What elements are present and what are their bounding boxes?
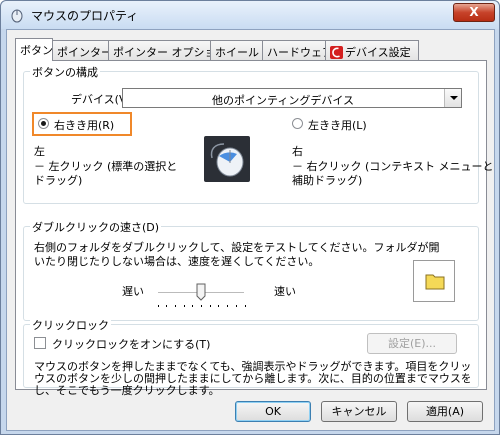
left-handed-radio[interactable] [292,118,303,129]
button-config-group: ボタンの構成 デバイス(V): 他のポインティングデバイス 右きき用(R) 左き… [23,64,493,204]
tab-pointer[interactable]: ポインター [52,40,112,60]
click-lock-label: クリックロック [30,317,111,333]
right-handed-radio[interactable] [38,118,49,129]
click-lock-checkbox-label[interactable]: クリックロックをオンにする(T) [52,336,210,352]
apply-button[interactable]: 適用(A) [407,401,483,422]
click-lock-settings-button[interactable]: 設定(E)... [367,333,457,354]
double-click-slider-thumb[interactable] [196,283,206,301]
click-lock-checkbox[interactable] [34,337,46,349]
window-title: マウスのプロパティ [31,9,139,23]
dialog-client: ボタン ポインター ポインター オプション ホイール ハードウェア デバイス設定… [6,29,495,431]
double-click-label: ダブルクリックの速さ(D) [30,219,162,235]
tab-device-settings[interactable]: デバイス設定 [325,40,419,60]
right-handed-label[interactable]: 右きき用(R) [54,117,114,133]
fast-label: 速い [274,285,296,298]
click-lock-group: クリックロック クリックロックをオンにする(T) 設定(E)... マウスのボタ… [23,317,479,397]
tab-label: ボタン [20,44,53,57]
right-button-title: 右 [292,145,303,158]
left-button-desc-cont: ドラッグ) [34,174,83,187]
click-lock-desc-end: し、そこでもう一度クリックします。 [34,384,220,397]
cancel-button[interactable]: キャンセル [321,401,397,422]
left-button-title: 左 [34,145,45,158]
device-select-value: 他のポインティングデバイス [211,94,354,107]
tab-wheel[interactable]: ホイール [210,40,263,60]
tab-pointer-options[interactable]: ポインター オプション [108,40,227,60]
tab-label: ポインター [57,46,112,59]
chevron-down-icon[interactable] [444,89,461,107]
mouse-app-icon [9,7,25,23]
slider-ticks [158,305,246,307]
tab-label: デバイス設定 [345,46,411,59]
double-click-desc-cont: いたり閉じたりしない場合は、速度を遅くしてください。 [34,255,320,268]
mouse-icon [204,136,250,182]
mouse-properties-window: マウスのプロパティ X ボタン ポインター ポインター オプション ホイール ハ… [0,0,500,435]
tab-hardware[interactable]: ハードウェア [262,40,333,60]
right-button-desc-cont: 補助ドラッグ) [292,174,363,187]
ok-button[interactable]: OK [235,401,311,422]
slow-label: 遅い [122,285,144,298]
tab-label: ホイール [215,46,259,59]
title-bar[interactable]: マウスのプロパティ X [1,1,499,29]
close-button[interactable]: X [453,3,495,22]
tab-buttons[interactable]: ボタン [15,38,53,61]
tab-label: ハードウェア [267,46,333,59]
close-icon: X [469,5,479,19]
left-handed-label[interactable]: 左きき用(L) [308,117,367,133]
device-select[interactable]: 他のポインティングデバイス [122,88,462,108]
button-config-label: ボタンの構成 [30,64,100,80]
buttons-tab-panel: ボタンの構成 デバイス(V): 他のポインティングデバイス 右きき用(R) 左き… [15,60,493,397]
double-click-group: ダブルクリックの速さ(D) 右側のフォルダをダブルクリックして、設定をテストして… [23,219,479,321]
folder-icon[interactable] [413,260,455,302]
